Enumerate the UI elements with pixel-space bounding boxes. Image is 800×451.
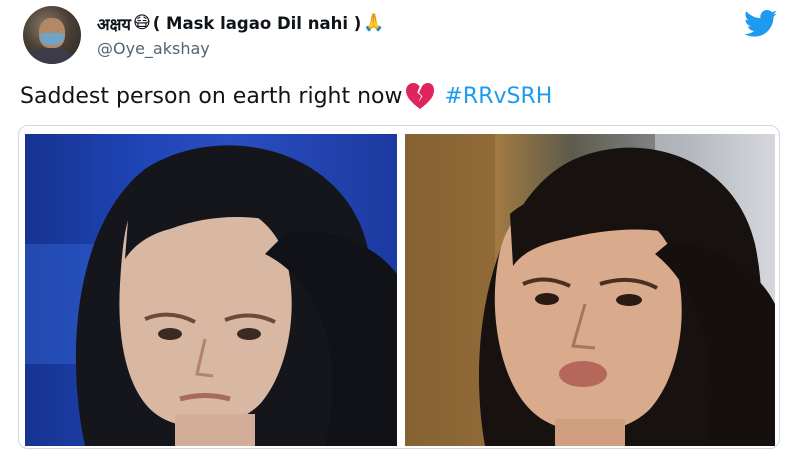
profile-avatar[interactable] <box>23 6 81 64</box>
photo-left-illustration <box>25 145 397 446</box>
avatar-shirt <box>27 48 77 64</box>
photo-left[interactable] <box>25 134 397 446</box>
broken-heart-icon <box>405 83 434 109</box>
hashtag-link[interactable]: #RRvSRH <box>445 84 553 109</box>
mask-face-emoji-icon: 😷 <box>133 12 151 33</box>
tweet-body: Saddest person on earth right now #RRvSR… <box>20 82 552 110</box>
user-handle[interactable]: @Oye_akshay <box>97 39 210 58</box>
photo-right-illustration <box>405 134 775 446</box>
display-name-main: ( Mask lagao Dil nahi ) <box>152 13 362 33</box>
twitter-bird-icon[interactable] <box>744 10 778 38</box>
tweet-media[interactable] <box>18 125 780 449</box>
display-name-prefix: अक्षय <box>97 14 132 34</box>
avatar-mask <box>40 33 64 45</box>
photo-right[interactable] <box>405 134 775 446</box>
display-name-row[interactable]: अक्षय 😷 ( Mask lagao Dil nahi ) 🙏 <box>97 10 386 36</box>
tweet-text: Saddest person on earth right now <box>20 83 403 109</box>
folded-hands-emoji-icon: 🙏 <box>363 12 385 33</box>
tweet-card: अक्षय 😷 ( Mask lagao Dil nahi ) 🙏 @Oye_a… <box>0 0 800 451</box>
